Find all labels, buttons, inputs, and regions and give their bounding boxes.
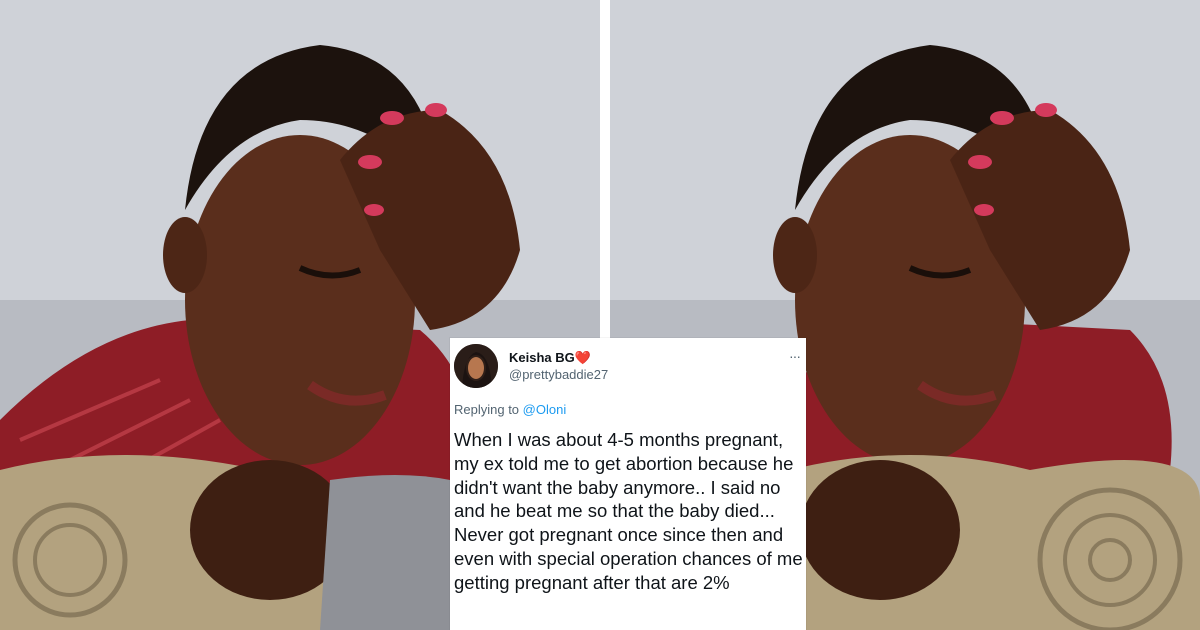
avatar-image	[454, 344, 498, 388]
avatar[interactable]	[454, 344, 498, 388]
tweet-body: When I was about 4-5 months pregnant, my…	[454, 429, 803, 593]
display-name[interactable]: Keisha BG	[509, 350, 575, 365]
tweet-card: Keisha BG❤️ @prettybaddie27 ··· Replying…	[450, 338, 806, 630]
user-handle[interactable]: @prettybaddie27	[509, 366, 608, 383]
heart-emoji-icon: ❤️	[574, 350, 591, 365]
mention-link[interactable]: @Oloni	[523, 402, 567, 417]
replying-to-label: Replying to	[454, 402, 520, 417]
replying-to-line: Replying to @Oloni	[454, 402, 566, 417]
tweet-header: Keisha BG❤️ @prettybaddie27 ···	[454, 342, 802, 392]
more-options-icon[interactable]: ···	[789, 348, 801, 364]
tweet-author: Keisha BG❤️ @prettybaddie27	[509, 350, 608, 383]
